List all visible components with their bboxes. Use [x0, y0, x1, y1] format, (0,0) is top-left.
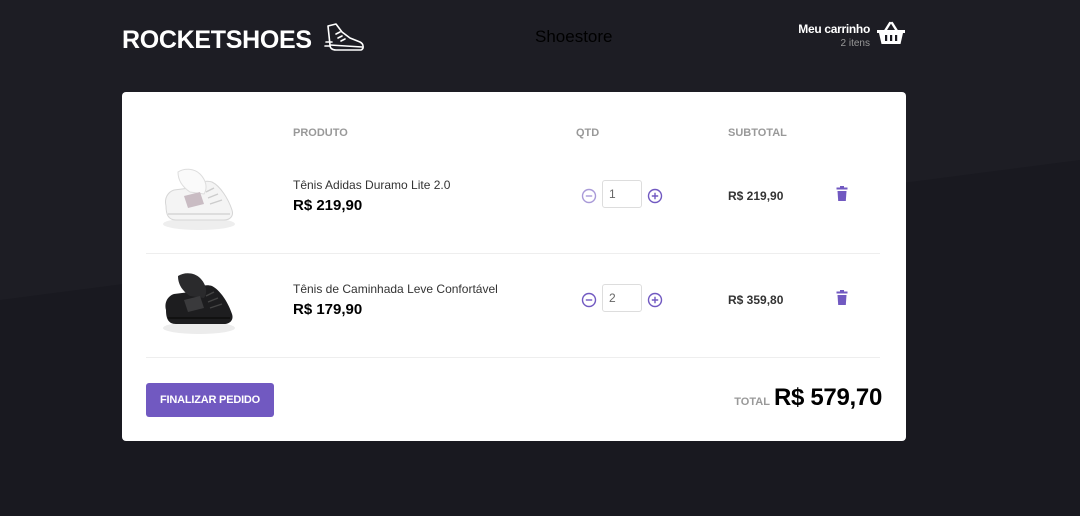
item-subtotal: R$ 219,90 [728, 189, 784, 203]
trash-icon [836, 186, 848, 201]
cart-title: Meu carrinho [798, 22, 870, 36]
column-header-qty: QTD [576, 127, 600, 139]
minus-circle-icon [581, 188, 597, 204]
logo-link[interactable]: ROCKETSHOES [122, 22, 366, 59]
plus-circle-icon [647, 292, 663, 308]
decrement-button[interactable] [581, 188, 597, 204]
quantity-input[interactable] [602, 180, 642, 208]
shopping-basket-icon [876, 20, 906, 51]
cart-link[interactable]: Meu carrinho 2 itens [798, 20, 906, 51]
cart-item-row: Tênis de Caminhada Leve Confortável R$ 1… [146, 254, 880, 358]
store-title: Shoestore [535, 27, 613, 46]
site-header: ROCKETSHOES Shoestore Meu carrinho 2 ite… [122, 0, 906, 80]
running-shoe-icon [323, 22, 366, 59]
product-image [163, 168, 235, 230]
logo-text: ROCKETSHOES [122, 26, 312, 54]
cart-count: 2 itens [840, 38, 870, 49]
plus-circle-icon [647, 188, 663, 204]
quantity-input[interactable] [602, 284, 642, 312]
column-header-subtotal: SUBTOTAL [728, 127, 787, 139]
product-name: Tênis Adidas Duramo Lite 2.0 [293, 178, 451, 192]
product-price: R$ 219,90 [293, 197, 363, 214]
order-total: TOTAL R$ 579,70 [734, 384, 882, 412]
increment-button[interactable] [647, 188, 663, 204]
total-value: R$ 579,70 [773, 384, 882, 411]
trash-icon [836, 290, 848, 305]
product-price: R$ 179,90 [293, 301, 363, 318]
item-subtotal: R$ 359,80 [728, 293, 784, 307]
remove-item-button[interactable] [834, 186, 850, 204]
minus-circle-icon [581, 292, 597, 308]
cart-panel: PRODUTO QTD SUBTOTAL Tênis Adidas Duramo… [122, 92, 906, 441]
remove-item-button[interactable] [834, 290, 850, 308]
column-header-product: PRODUTO [293, 127, 348, 139]
row-divider [146, 357, 880, 358]
cart-item-row: Tênis Adidas Duramo Lite 2.0 R$ 219,90 R… [146, 150, 880, 254]
finalize-order-button[interactable]: FINALIZAR PEDIDO [146, 383, 274, 417]
increment-button[interactable] [647, 292, 663, 308]
decrement-button[interactable] [581, 292, 597, 308]
product-name: Tênis de Caminhada Leve Confortável [293, 282, 498, 296]
product-image [163, 273, 235, 334]
total-label: TOTAL [734, 396, 770, 408]
cart-text: Meu carrinho 2 itens [798, 22, 870, 49]
